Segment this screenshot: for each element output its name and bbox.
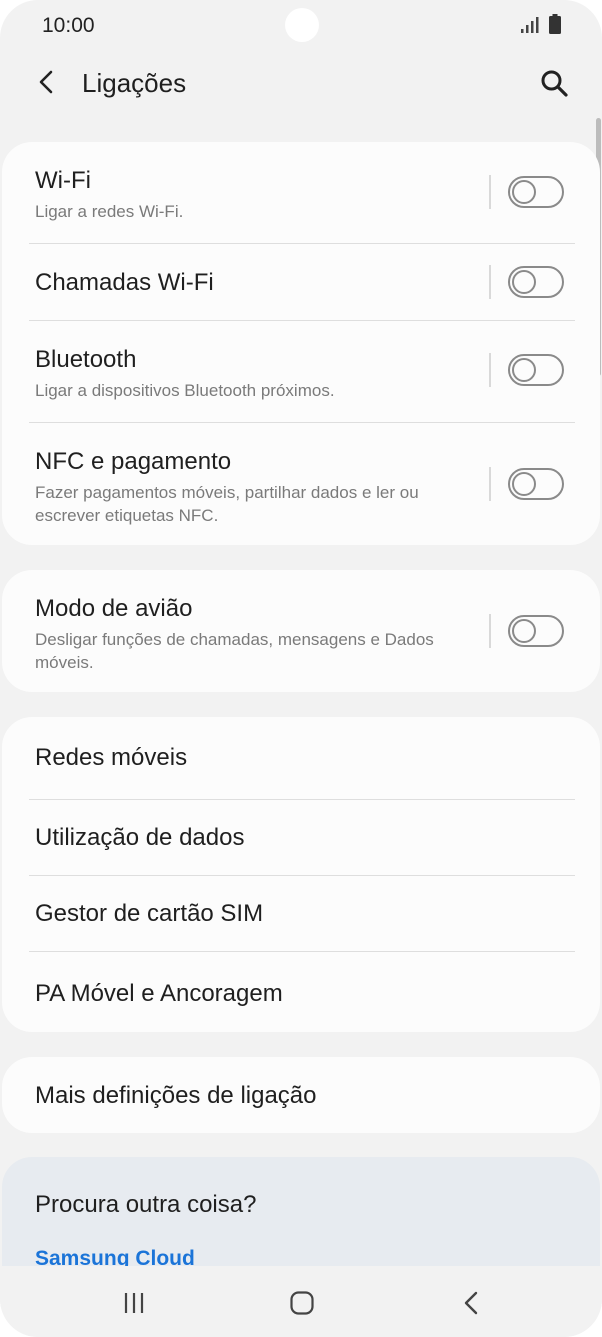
nfc-toggle[interactable] [508, 468, 564, 500]
row-separator [489, 353, 491, 387]
more-settings-card: Mais definições de ligação [2, 1057, 600, 1133]
bluetooth-title: Bluetooth [35, 346, 137, 373]
suggestions-title: Procura outra coisa? [35, 1191, 257, 1218]
toggle-knob [512, 180, 536, 204]
airplane-subtitle: Desligar funções de chamadas, mensagens … [35, 630, 434, 672]
camera-cutout [285, 8, 319, 42]
wifi-subtitle: Ligar a redes Wi-Fi. [35, 202, 184, 221]
wifi-calling-row[interactable]: Chamadas Wi-Fi [2, 244, 600, 321]
airplane-title: Modo de avião [35, 595, 193, 622]
status-bar: 10:00 [0, 0, 602, 52]
search-icon[interactable] [539, 68, 569, 98]
app-header: Ligações [0, 52, 602, 118]
toggle-knob [512, 270, 536, 294]
home-icon[interactable] [290, 1291, 314, 1315]
more-settings-title: Mais definições de ligação [35, 1082, 317, 1109]
nfc-row[interactable]: NFC e pagamento Fazer pagamentos móveis,… [2, 423, 600, 545]
sim-manager-title: Gestor de cartão SIM [35, 900, 264, 927]
nfc-title: NFC e pagamento [35, 448, 232, 475]
status-time: 10:00 [42, 14, 95, 37]
more-settings-row[interactable]: Mais definições de ligação [2, 1057, 600, 1133]
battery-icon [549, 14, 561, 34]
bluetooth-subtitle: Ligar a dispositivos Bluetooth próximos. [35, 381, 335, 400]
nav-back-icon[interactable] [462, 1290, 480, 1316]
phone-screen: 10:00 Ligações Wi-Fi Ligar a redes Wi-Fi… [0, 0, 602, 1337]
signal-icon [521, 17, 539, 33]
toggle-knob [512, 619, 536, 643]
wifi-toggle[interactable] [508, 176, 564, 208]
row-separator [489, 467, 491, 501]
airplane-row[interactable]: Modo de avião Desligar funções de chamad… [2, 570, 600, 692]
airplane-card: Modo de avião Desligar funções de chamad… [2, 570, 600, 692]
data-usage-row[interactable]: Utilização de dados [2, 800, 600, 876]
page-title: Ligações [82, 68, 187, 98]
mobile-networks-title: Redes móveis [35, 744, 188, 771]
wifi-calling-toggle[interactable] [508, 266, 564, 298]
connections-card: Wi-Fi Ligar a redes Wi-Fi. Chamadas Wi-F… [2, 142, 600, 545]
nfc-subtitle: Fazer pagamentos móveis, partilhar dados… [35, 483, 419, 525]
wifi-row[interactable]: Wi-Fi Ligar a redes Wi-Fi. [2, 142, 600, 243]
navigation-bar [0, 1266, 602, 1337]
back-arrow-icon[interactable] [34, 68, 58, 96]
hotspot-title: PA Móvel e Ancoragem [35, 980, 283, 1007]
row-separator [489, 175, 491, 209]
bluetooth-row[interactable]: Bluetooth Ligar a dispositivos Bluetooth… [2, 321, 600, 422]
toggle-knob [512, 358, 536, 382]
bluetooth-toggle[interactable] [508, 354, 564, 386]
sim-manager-row[interactable]: Gestor de cartão SIM [2, 876, 600, 952]
data-usage-title: Utilização de dados [35, 824, 245, 851]
wifi-calling-title: Chamadas Wi-Fi [35, 269, 214, 296]
airplane-toggle[interactable] [508, 615, 564, 647]
network-card: Redes móveis Utilização de dados Gestor … [2, 717, 600, 1032]
recents-icon[interactable] [122, 1292, 146, 1314]
row-separator [489, 614, 491, 648]
toggle-knob [512, 472, 536, 496]
mobile-networks-row[interactable]: Redes móveis [2, 717, 600, 799]
wifi-title: Wi-Fi [35, 167, 91, 194]
hotspot-row[interactable]: PA Móvel e Ancoragem [2, 952, 600, 1032]
row-separator [489, 265, 491, 299]
